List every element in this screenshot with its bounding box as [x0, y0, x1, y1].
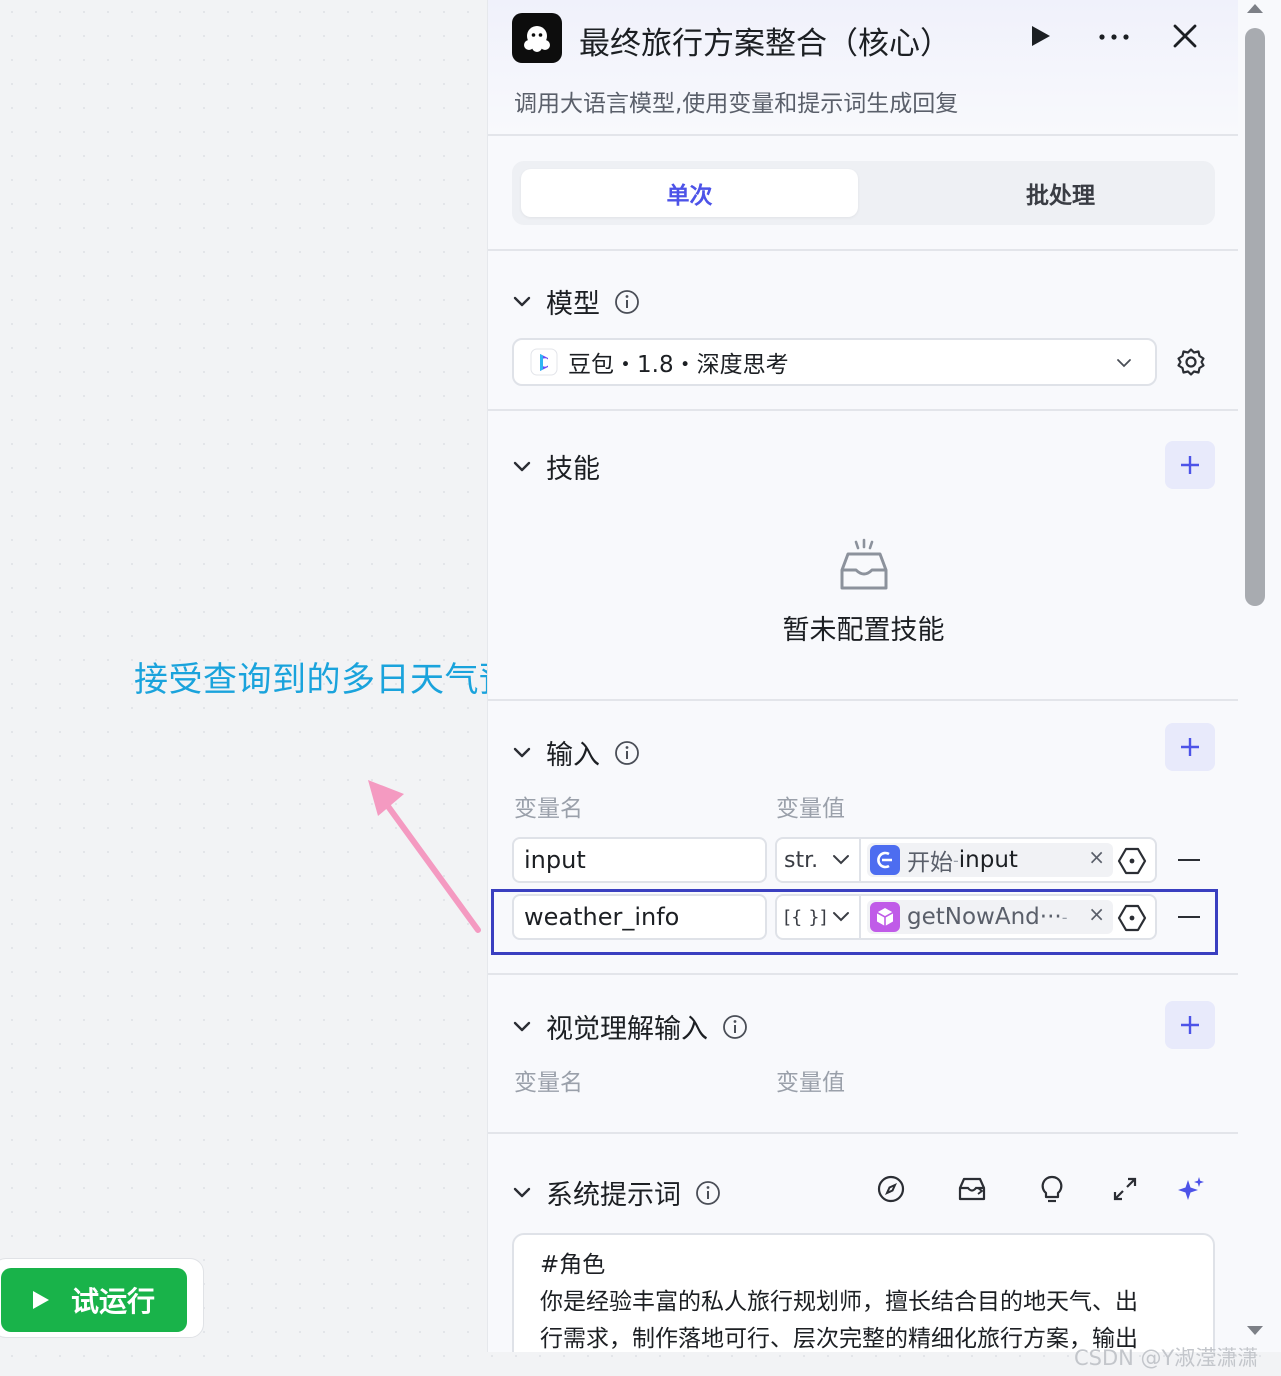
gear-icon[interactable]	[1175, 346, 1207, 378]
prompt-line: #角色	[540, 1252, 606, 1278]
model-section-title: 模型	[546, 289, 600, 320]
divider	[488, 1132, 1238, 1134]
scroll-thumb[interactable]	[1245, 28, 1265, 606]
llm-node-icon	[512, 13, 562, 63]
skills-section-title: 技能	[546, 454, 600, 485]
chevron-down-icon	[513, 461, 531, 471]
play-icon	[32, 1291, 49, 1309]
empty-inbox-icon	[840, 538, 888, 590]
divider	[488, 699, 1238, 701]
column-header-name: 变量名	[514, 796, 583, 822]
ref-variable-name: input	[958, 847, 1018, 873]
run-button[interactable]: 试运行	[1, 1268, 187, 1332]
divider	[488, 249, 1238, 251]
variable-name-input[interactable]: input	[512, 837, 767, 883]
column-header-value: 变量值	[776, 1070, 845, 1096]
input-section-title: 输入	[546, 740, 600, 771]
mode-tabs: 单次 批处理	[512, 161, 1215, 225]
chevron-down-icon	[833, 855, 849, 865]
reference-tag[interactable]: 开始 - input ×	[867, 843, 1113, 877]
plus-icon	[1181, 738, 1199, 756]
run-button-label: 试运行	[70, 1285, 155, 1318]
tab-single[interactable]: 单次	[521, 169, 858, 217]
info-icon[interactable]	[722, 1014, 748, 1040]
more-icon[interactable]	[1094, 18, 1134, 58]
model-select[interactable]: 豆包・1.8・深度思考	[512, 338, 1157, 386]
node-config-panel: 最终旅行方案整合（核心） 调用大语言模型,使用变量和提示词生成回复 单次 批处理…	[487, 0, 1238, 1352]
ai-sparkle-icon[interactable]	[1174, 1174, 1206, 1206]
compass-icon[interactable]	[876, 1174, 906, 1204]
column-header-name: 变量名	[514, 1070, 583, 1096]
start-node-icon	[870, 845, 900, 875]
vision-section-title: 视觉理解输入	[546, 1014, 708, 1045]
node-description: 调用大语言模型,使用变量和提示词生成回复	[514, 91, 959, 117]
scroll-up-arrow-icon[interactable]	[1247, 4, 1263, 13]
add-skill-button[interactable]	[1165, 441, 1215, 489]
system-prompt-header[interactable]: 系统提示词	[512, 1173, 721, 1212]
chevron-down-icon	[1117, 359, 1131, 368]
chevron-down-icon	[513, 1187, 531, 1197]
type-select[interactable]: str.	[777, 839, 861, 881]
annotation-arrow	[368, 780, 481, 933]
chevron-down-icon	[513, 747, 531, 757]
watermark: CSDN @Y淑滢潇潇	[1074, 1346, 1259, 1370]
run-node-icon[interactable]	[1028, 18, 1054, 58]
expand-icon[interactable]	[1110, 1174, 1140, 1204]
system-prompt-editor[interactable]: #角色 你是经验丰富的私人旅行规划师，擅长结合目的地天气、出 行需求，制作落地可…	[512, 1233, 1215, 1352]
add-input-button[interactable]	[1165, 723, 1215, 771]
info-icon[interactable]	[614, 289, 640, 315]
chevron-down-icon	[513, 296, 531, 306]
close-icon[interactable]	[1170, 18, 1200, 58]
highlight-box	[491, 889, 1218, 955]
model-name: 豆包・1.8・深度思考	[568, 352, 789, 378]
system-prompt-title: 系统提示词	[546, 1180, 681, 1211]
vision-section-header[interactable]: 视觉理解输入	[512, 1007, 748, 1046]
model-section-header[interactable]: 模型	[512, 282, 640, 321]
remove-row-button[interactable]	[1178, 859, 1200, 861]
panel-header: 最终旅行方案整合（核心） 调用大语言模型,使用变量和提示词生成回复	[488, 0, 1238, 136]
annotation-text: 接受查询到的多日天气预报	[134, 660, 548, 700]
add-vision-input-button[interactable]	[1165, 1001, 1215, 1049]
variable-picker-icon[interactable]	[1117, 847, 1147, 875]
doubao-logo-icon	[530, 348, 558, 376]
lightbulb-icon[interactable]	[1038, 1174, 1066, 1204]
ref-node-name: 开始	[907, 850, 953, 876]
skills-section-header[interactable]: 技能	[512, 447, 600, 486]
node-title[interactable]: 最终旅行方案整合（核心）	[579, 18, 951, 63]
run-button-container: 试运行	[0, 1258, 204, 1338]
scrollbar[interactable]	[1238, 0, 1281, 1352]
info-icon[interactable]	[695, 1180, 721, 1206]
clear-reference-icon[interactable]: ×	[1088, 845, 1105, 869]
plus-icon	[1181, 1016, 1199, 1034]
divider	[488, 409, 1238, 411]
chevron-down-icon	[513, 1021, 531, 1031]
tab-batch[interactable]: 批处理	[892, 169, 1229, 217]
scroll-down-arrow-icon[interactable]	[1247, 1326, 1263, 1335]
plus-icon	[1181, 456, 1199, 474]
prompt-library-icon[interactable]	[956, 1174, 988, 1204]
skills-empty-text: 暂未配置技能	[782, 615, 945, 646]
column-header-value: 变量值	[776, 796, 845, 822]
divider	[488, 973, 1238, 975]
type-label: str.	[784, 847, 819, 873]
input-section-header[interactable]: 输入	[512, 733, 640, 772]
info-icon[interactable]	[614, 740, 640, 766]
prompt-line: 你是经验丰富的私人旅行规划师，擅长结合目的地天气、出	[540, 1289, 1138, 1315]
variable-value-field: str. 开始 - input ×	[775, 837, 1157, 883]
